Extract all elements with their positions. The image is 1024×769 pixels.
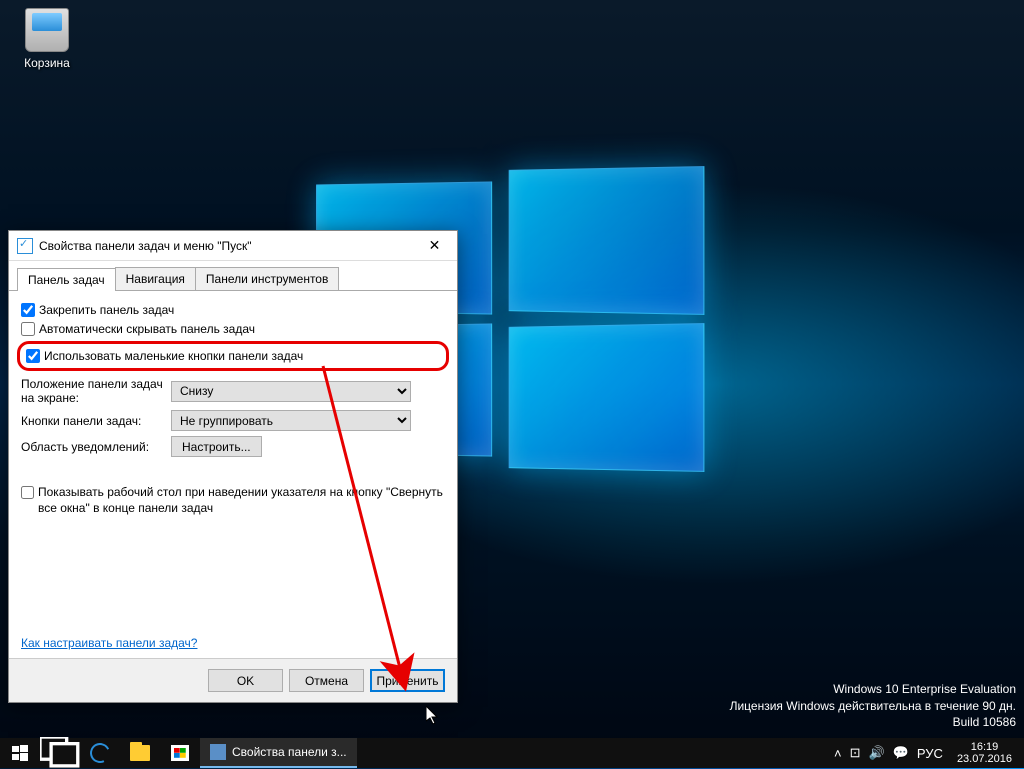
- folder-icon: [130, 745, 150, 761]
- tab-content: Закрепить панель задач Автоматически скр…: [9, 291, 457, 658]
- language-indicator[interactable]: РУС: [917, 746, 943, 761]
- annotation-highlight: Использовать маленькие кнопки панели зад…: [17, 341, 449, 371]
- store-icon: [171, 745, 189, 761]
- notification-label: Область уведомлений:: [21, 440, 171, 454]
- clock-time: 16:19: [957, 741, 1012, 753]
- recycle-bin-icon[interactable]: Корзина: [12, 8, 82, 70]
- tab-taskbar[interactable]: Панель задач: [17, 268, 116, 291]
- close-icon: ✕: [429, 237, 441, 254]
- buttons-row: Кнопки панели задач: Не группировать: [21, 410, 445, 431]
- properties-icon: [17, 238, 33, 254]
- position-select[interactable]: Снизу: [171, 381, 411, 402]
- tab-strip: Панель задач Навигация Панели инструмент…: [9, 261, 457, 291]
- dialog-button-bar: OK Отмена Применить: [9, 658, 457, 702]
- file-explorer-button[interactable]: [120, 738, 160, 768]
- small-buttons-label: Использовать маленькие кнопки панели зад…: [44, 349, 303, 363]
- lock-taskbar-checkbox[interactable]: [21, 303, 35, 317]
- cancel-button[interactable]: Отмена: [289, 669, 364, 692]
- apply-button[interactable]: Применить: [370, 669, 445, 692]
- windows-logo-icon: [12, 745, 28, 761]
- peek-checkbox[interactable]: [21, 486, 34, 499]
- trash-icon: [25, 8, 69, 52]
- evaluation-watermark: Windows 10 Enterprise Evaluation Лицензи…: [730, 681, 1016, 730]
- edge-button[interactable]: [80, 738, 120, 768]
- notification-config-button[interactable]: Настроить...: [171, 436, 262, 457]
- taskbar-app-label: Свойства панели з...: [232, 745, 347, 759]
- store-button[interactable]: [160, 738, 200, 768]
- task-view-icon: [40, 737, 80, 768]
- recycle-bin-label: Корзина: [12, 56, 82, 70]
- edge-icon: [87, 740, 113, 766]
- notification-row: Область уведомлений: Настроить...: [21, 436, 445, 457]
- buttons-select[interactable]: Не группировать: [171, 410, 411, 431]
- action-center-icon[interactable]: 💬: [893, 745, 909, 761]
- start-button[interactable]: [0, 738, 40, 768]
- tab-navigation[interactable]: Навигация: [115, 267, 196, 290]
- clock[interactable]: 16:19 23.07.2016: [951, 741, 1018, 765]
- clock-date: 23.07.2016: [957, 753, 1012, 765]
- taskbar: Свойства панели з... ˄ ⊡ 🔊 💬 РУС 16:19 2…: [0, 738, 1024, 768]
- peek-label: Показывать рабочий стол при наведении ук…: [38, 485, 445, 516]
- auto-hide-label: Автоматически скрывать панель задач: [39, 322, 255, 336]
- system-tray: ˄ ⊡ 🔊 💬 РУС 16:19 23.07.2016: [828, 738, 1024, 768]
- volume-icon[interactable]: 🔊: [869, 745, 885, 761]
- tab-toolbars[interactable]: Панели инструментов: [195, 267, 339, 290]
- taskbar-app-properties[interactable]: Свойства панели з...: [200, 738, 357, 768]
- titlebar[interactable]: Свойства панели задач и меню "Пуск" ✕: [9, 231, 457, 261]
- ok-button[interactable]: OK: [208, 669, 283, 692]
- tray-chevron-icon[interactable]: ˄: [834, 746, 842, 761]
- lock-taskbar-label: Закрепить панель задач: [39, 303, 174, 317]
- small-buttons-checkbox[interactable]: [26, 349, 40, 363]
- network-icon[interactable]: ⊡: [850, 745, 861, 761]
- auto-hide-row[interactable]: Автоматически скрывать панель задач: [21, 322, 445, 336]
- task-view-button[interactable]: [40, 738, 80, 768]
- lock-taskbar-row[interactable]: Закрепить панель задач: [21, 303, 445, 317]
- position-label: Положение панели задач на экране:: [21, 377, 171, 405]
- taskbar-properties-dialog: Свойства панели задач и меню "Пуск" ✕ Па…: [8, 230, 458, 703]
- auto-hide-checkbox[interactable]: [21, 322, 35, 336]
- position-row: Положение панели задач на экране: Снизу: [21, 377, 445, 405]
- small-buttons-row[interactable]: Использовать маленькие кнопки панели зад…: [26, 349, 440, 363]
- buttons-label: Кнопки панели задач:: [21, 414, 171, 428]
- close-button[interactable]: ✕: [412, 231, 457, 260]
- peek-row[interactable]: Показывать рабочий стол при наведении ук…: [21, 485, 445, 516]
- help-link[interactable]: Как настраивать панели задач?: [21, 636, 197, 650]
- window-title: Свойства панели задач и меню "Пуск": [39, 239, 412, 253]
- app-icon: [210, 744, 226, 760]
